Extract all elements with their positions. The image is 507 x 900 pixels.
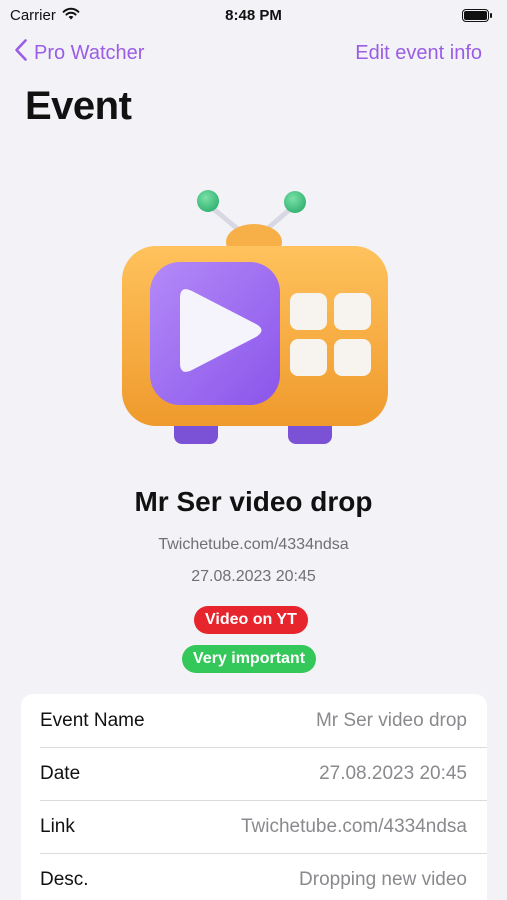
back-button-label: Pro Watcher: [34, 41, 145, 64]
details-label: Desc.: [40, 868, 89, 890]
details-value: Dropping new video: [299, 868, 467, 890]
page-title: Event: [25, 84, 132, 128]
tag-badge-very-important: Very important: [182, 645, 317, 673]
details-label: Date: [40, 762, 81, 784]
back-button[interactable]: Pro Watcher: [14, 38, 144, 68]
wifi-icon: [62, 7, 80, 24]
details-row-date: Date 27.08.2023 20:45: [21, 747, 487, 800]
status-bar: Carrier 8:48 PM: [0, 0, 507, 30]
chevron-left-icon: [14, 38, 28, 68]
event-title: Mr Ser video drop: [134, 486, 373, 517]
edit-event-button[interactable]: Edit event info: [355, 42, 482, 65]
event-date: 27.08.2023 20:45: [191, 568, 316, 585]
tag-badge-video-on-yt: Video on YT: [194, 606, 308, 634]
details-value: Mr Ser video drop: [315, 709, 467, 731]
tv-illustration: [110, 180, 400, 450]
nav-bar: Pro Watcher Edit event info: [0, 34, 507, 72]
details-label: Link: [40, 815, 75, 837]
status-left: Carrier: [10, 7, 80, 24]
battery-icon: [462, 8, 492, 22]
details-row-link: Link Twichetube.com/4334ndsa: [21, 800, 487, 853]
carrier-label: Carrier: [10, 6, 56, 24]
details-label: Event Name: [40, 709, 145, 731]
event-details-card: Event Name Mr Ser video drop Date 27.08.…: [21, 694, 487, 900]
details-value: 27.08.2023 20:45: [319, 762, 467, 784]
details-value[interactable]: Twichetube.com/4334ndsa: [241, 816, 467, 838]
details-row-description: Desc. Dropping new video: [21, 853, 487, 900]
event-link[interactable]: Twichetube.com/4334ndsa: [0, 536, 507, 554]
details-row-event-name: Event Name Mr Ser video drop: [21, 694, 487, 747]
